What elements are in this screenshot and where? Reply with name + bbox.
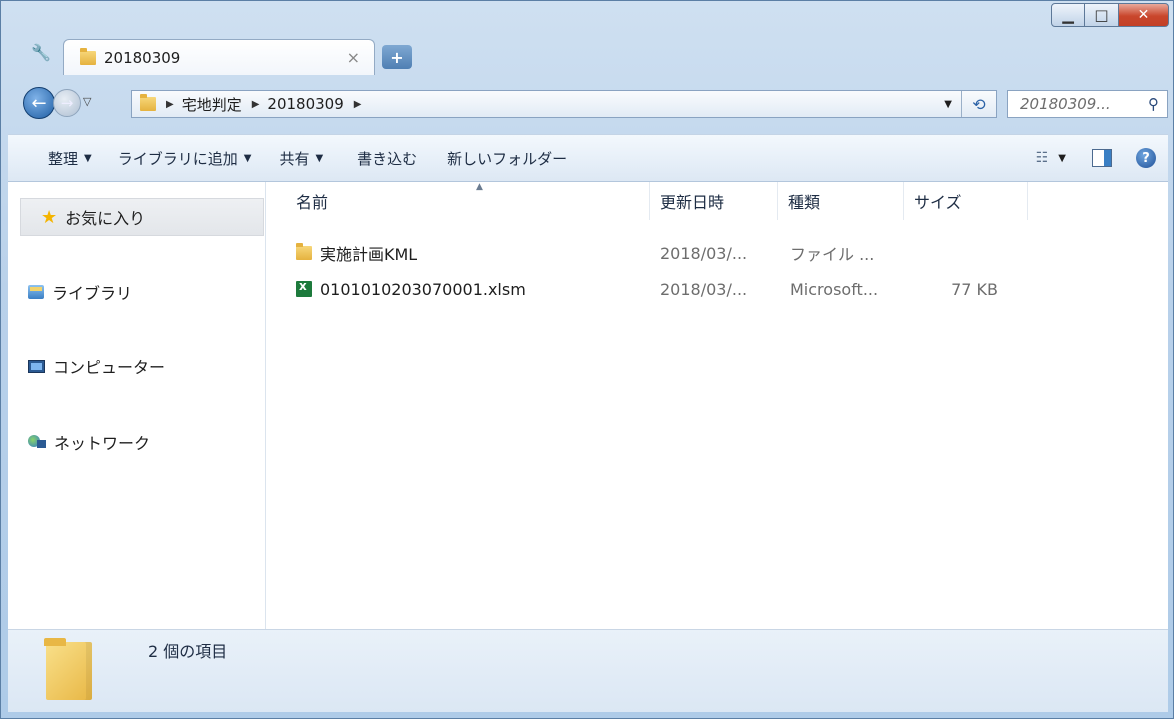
wrench-icon[interactable]: 🔧	[31, 43, 51, 62]
sidebar-item-libraries[interactable]: ライブラリ	[28, 280, 132, 304]
library-icon	[28, 285, 44, 299]
file-modified: 2018/03/...	[660, 243, 748, 263]
search-icon[interactable]: ⚲	[1148, 95, 1159, 113]
search-placeholder: 20180309...	[1020, 95, 1111, 113]
sidebar-item-label: ライブラリ	[52, 284, 133, 303]
column-header-modified[interactable]: 更新日時	[650, 182, 778, 220]
chevron-down-icon: ▼	[84, 152, 92, 164]
column-header-row: 名前 ▲ 更新日時 種類 サイズ	[266, 182, 1168, 220]
file-size: 77 KB	[951, 279, 998, 299]
column-header-size[interactable]: サイズ	[904, 182, 1028, 220]
tab-close-icon[interactable]: ×	[347, 48, 360, 67]
burn-button[interactable]: 書き込む	[357, 148, 417, 169]
breadcrumb-item[interactable]: 宅地判定	[182, 94, 242, 115]
search-input[interactable]: 20180309... ⚲	[1007, 90, 1168, 118]
computer-icon	[28, 359, 45, 373]
column-header-type[interactable]: 種類	[778, 182, 904, 220]
column-header-label: サイズ	[914, 193, 962, 212]
chevron-right-icon[interactable]: ▶	[166, 99, 174, 110]
chevron-down-icon[interactable]: ▼	[1058, 153, 1066, 164]
sidebar-item-computer[interactable]: コンピューター	[28, 354, 165, 378]
folder-icon	[296, 243, 312, 260]
refresh-icon[interactable]: ⟲	[961, 91, 996, 117]
address-bar[interactable]: ▶ 宅地判定 ▶ 20180309 ▶ ▼ ⟲	[131, 90, 997, 118]
close-button[interactable]: ✕	[1119, 3, 1169, 27]
toolbar-right-group: ☷ ▼ ?	[1036, 135, 1156, 181]
chevron-down-icon: ▼	[243, 152, 252, 164]
new-tab-button[interactable]: +	[382, 45, 412, 69]
organize-button[interactable]: 整理 ▼	[48, 148, 92, 169]
sidebar-item-network[interactable]: ネットワーク	[28, 430, 150, 454]
chevron-right-icon[interactable]: ▶	[252, 99, 260, 110]
column-header-name[interactable]: 名前 ▲	[286, 182, 650, 220]
file-type: ファイル ...	[790, 245, 875, 264]
item-count: 2 個の項目	[148, 642, 228, 661]
chevron-right-icon[interactable]: ▶	[354, 99, 362, 110]
window-controls: ▁ □ ✕	[1051, 3, 1169, 27]
column-header-label: 名前	[296, 193, 329, 212]
folder-icon	[44, 638, 92, 700]
file-name-cell: 0101010203070001.xlsm	[296, 280, 526, 299]
content-area: ★ お気に入り ライブラリ コンピューター ネットワーク 名前 ▲ 更新日時 種…	[8, 182, 1168, 630]
share-label: 共有	[279, 149, 310, 168]
help-icon[interactable]: ?	[1136, 148, 1156, 168]
column-header-label: 種類	[788, 193, 821, 212]
network-icon	[28, 435, 46, 449]
file-list: 名前 ▲ 更新日時 種類 サイズ 実施計画KML 2018/03/... ファイ…	[266, 182, 1168, 629]
back-button[interactable]: ←	[23, 87, 55, 119]
sidebar-item-label: コンピューター	[53, 358, 166, 377]
forward-button[interactable]: →	[53, 89, 81, 117]
details-pane: 2 個の項目	[8, 630, 1168, 712]
chevron-down-icon: ▼	[315, 152, 324, 164]
file-row[interactable]: 0101010203070001.xlsm 2018/03/... Micros…	[266, 276, 1168, 302]
file-name: 0101010203070001.xlsm	[320, 279, 526, 299]
file-modified: 2018/03/...	[660, 279, 748, 299]
navigation-pane: ★ お気に入り ライブラリ コンピューター ネットワーク	[8, 182, 266, 629]
history-dropdown-icon[interactable]: ▽	[83, 95, 91, 108]
excel-file-icon	[296, 280, 312, 297]
share-button[interactable]: 共有 ▼	[279, 148, 323, 169]
new-folder-label: 新しいフォルダー	[447, 149, 568, 168]
add-to-library-button[interactable]: ライブラリに追加 ▼	[118, 148, 252, 169]
sort-ascending-icon: ▲	[476, 182, 483, 192]
column-header-label: 更新日時	[660, 193, 725, 212]
file-type: Microsoft...	[790, 279, 879, 299]
folder-icon	[140, 94, 156, 111]
preview-pane-icon[interactable]	[1092, 149, 1112, 167]
new-folder-button[interactable]: 新しいフォルダー	[447, 148, 567, 169]
tab-title: 20180309	[104, 48, 181, 67]
sidebar-item-label: ネットワーク	[54, 434, 151, 453]
file-name: 実施計画KML	[320, 245, 418, 264]
address-dropdown-icon[interactable]: ▼	[944, 99, 952, 110]
view-options-icon[interactable]: ☷	[1036, 150, 1049, 166]
file-name-cell: 実施計画KML	[296, 241, 417, 265]
command-bar: 整理 ▼ ライブラリに追加 ▼ 共有 ▼ 書き込む 新しいフォルダー ☷ ▼ ?	[8, 134, 1168, 182]
add-to-library-label: ライブラリに追加	[117, 149, 238, 168]
burn-label: 書き込む	[357, 149, 418, 168]
breadcrumb-item[interactable]: 20180309	[267, 95, 343, 113]
sidebar-item-label: お気に入り	[65, 209, 146, 228]
sidebar-item-favorites[interactable]: ★ お気に入り	[20, 198, 264, 236]
minimize-button[interactable]: ▁	[1051, 3, 1085, 27]
explorer-window: ▁ □ ✕ 🔧 20180309 × + ← → ▽ ▶ 宅地判定 ▶ 2018…	[0, 0, 1174, 719]
maximize-button[interactable]: □	[1085, 3, 1119, 27]
file-row[interactable]: 実施計画KML 2018/03/... ファイル ...	[266, 240, 1168, 266]
star-icon: ★	[41, 206, 58, 228]
organize-label: 整理	[48, 149, 79, 168]
tab-current[interactable]: 20180309 ×	[63, 39, 375, 75]
folder-icon	[80, 47, 96, 65]
